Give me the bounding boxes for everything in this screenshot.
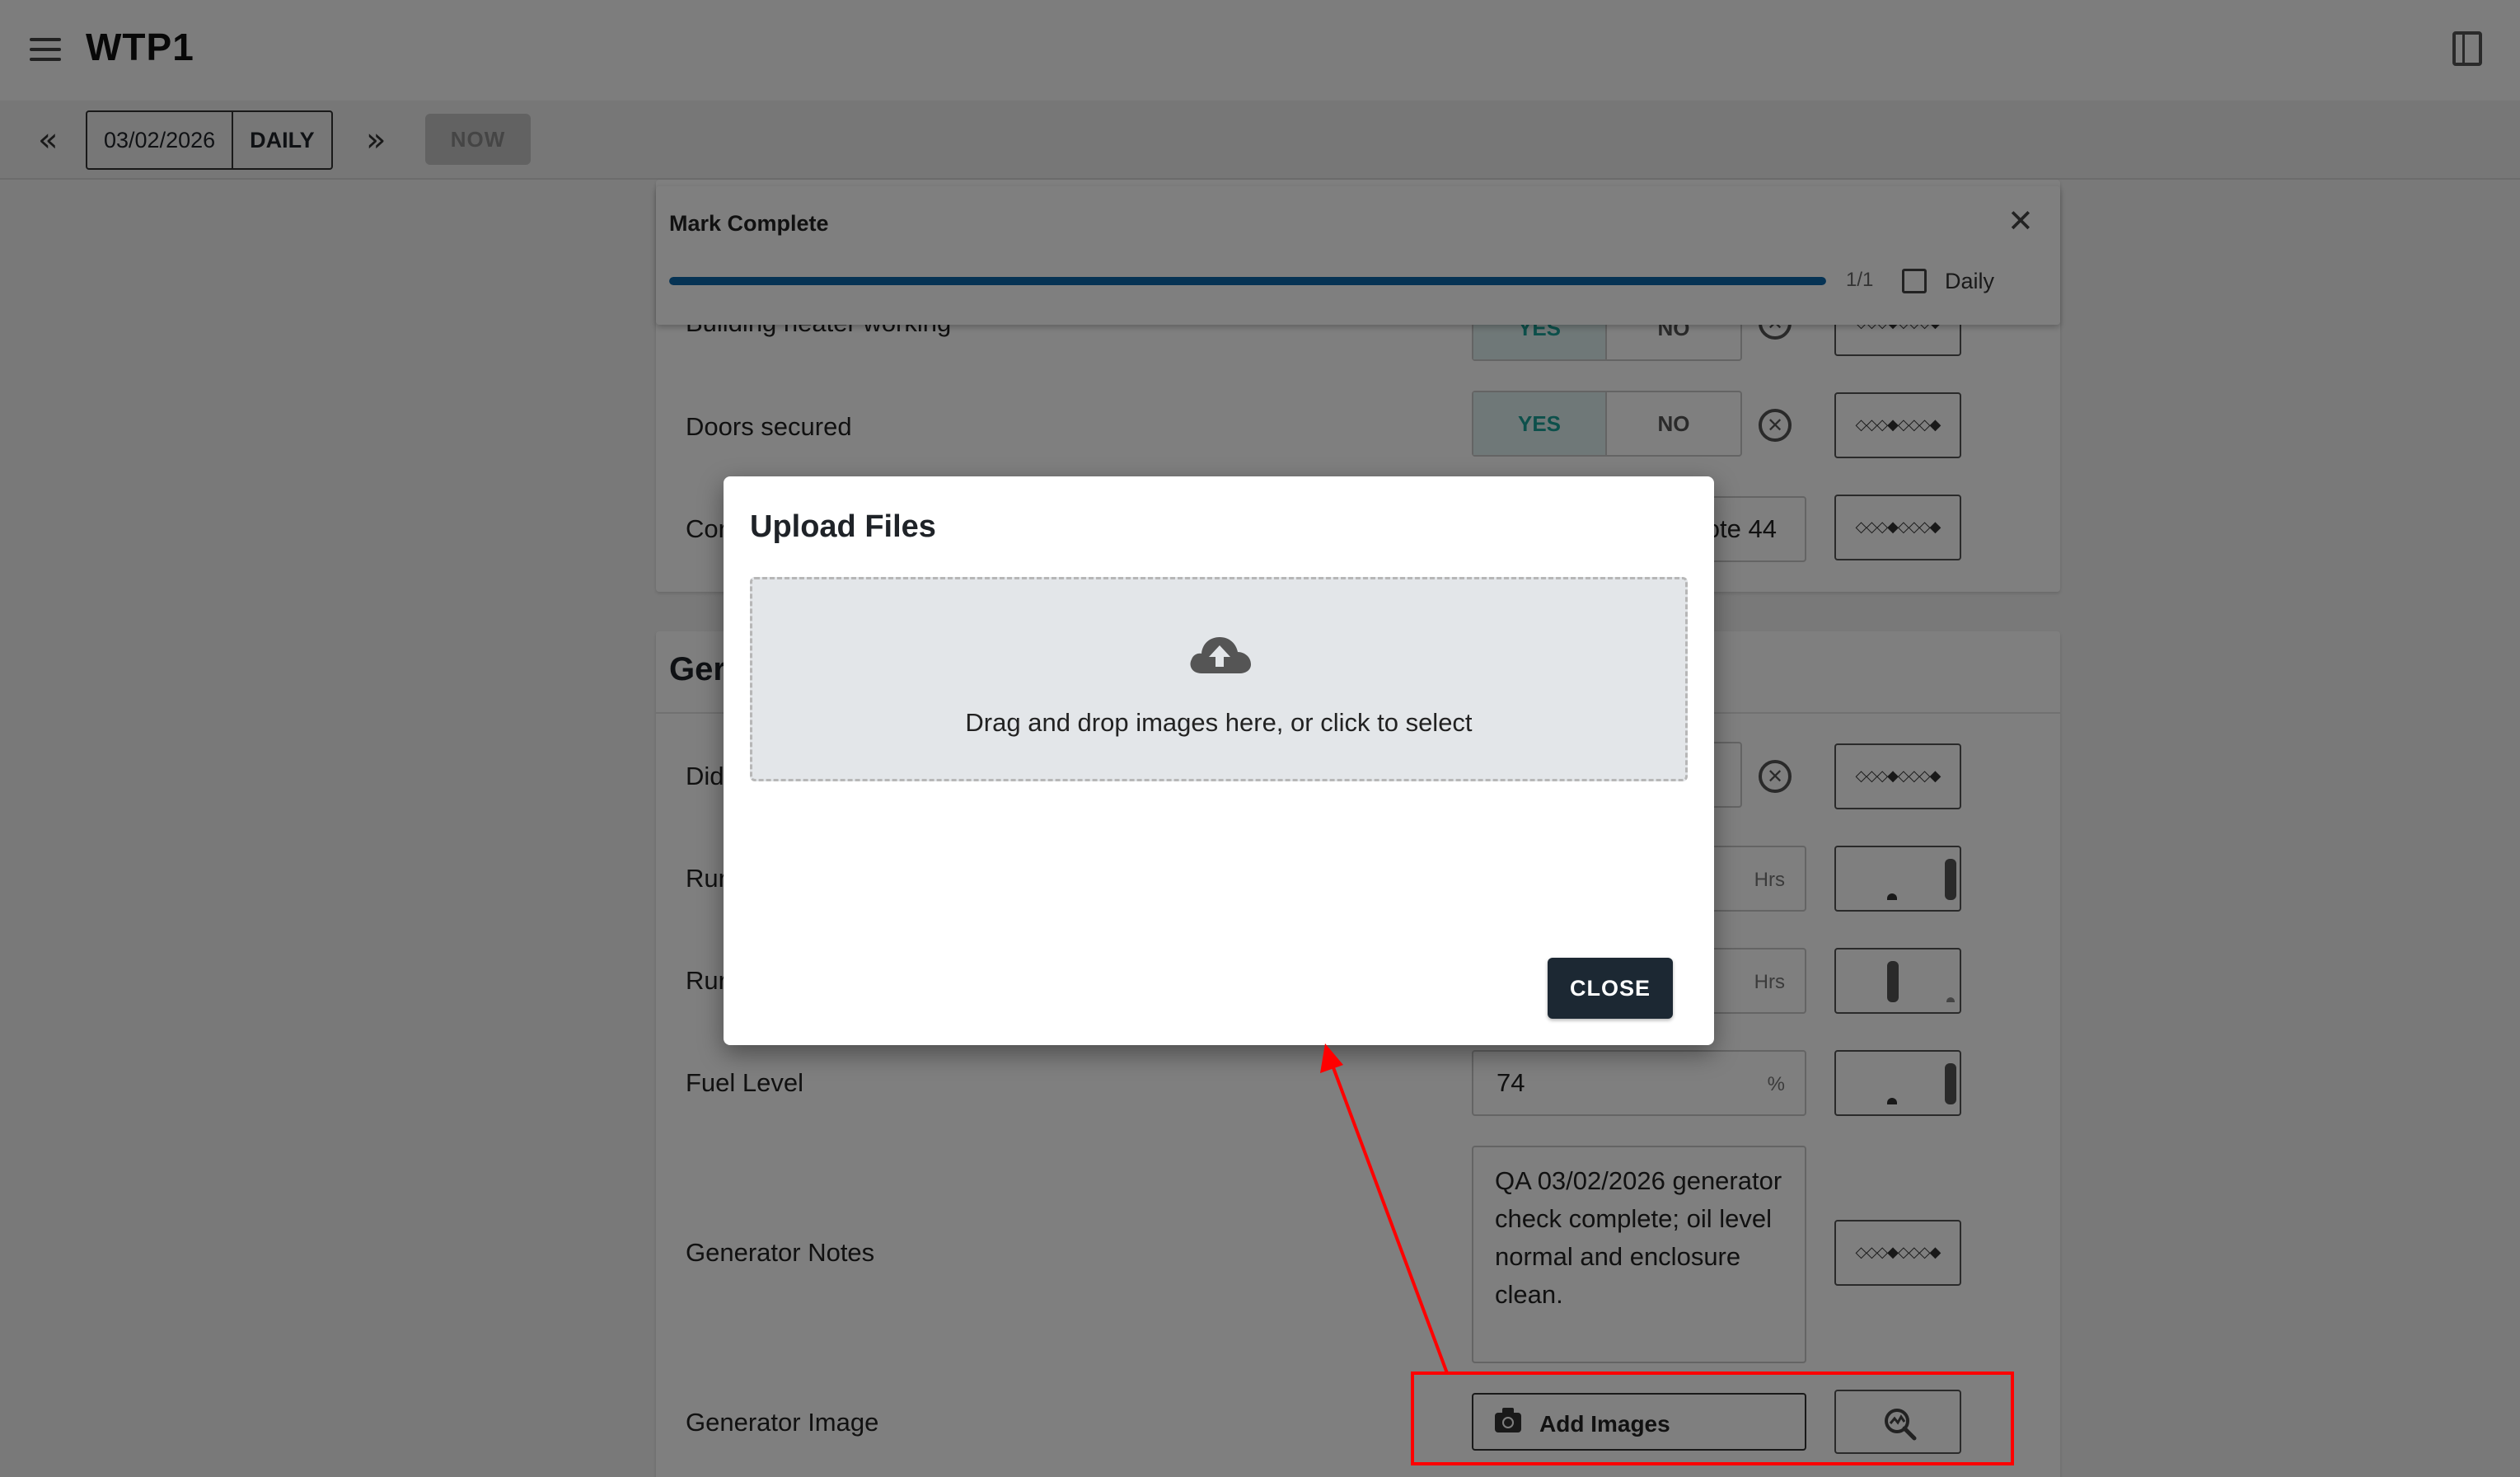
annotation-arrow — [1320, 1043, 1449, 1374]
